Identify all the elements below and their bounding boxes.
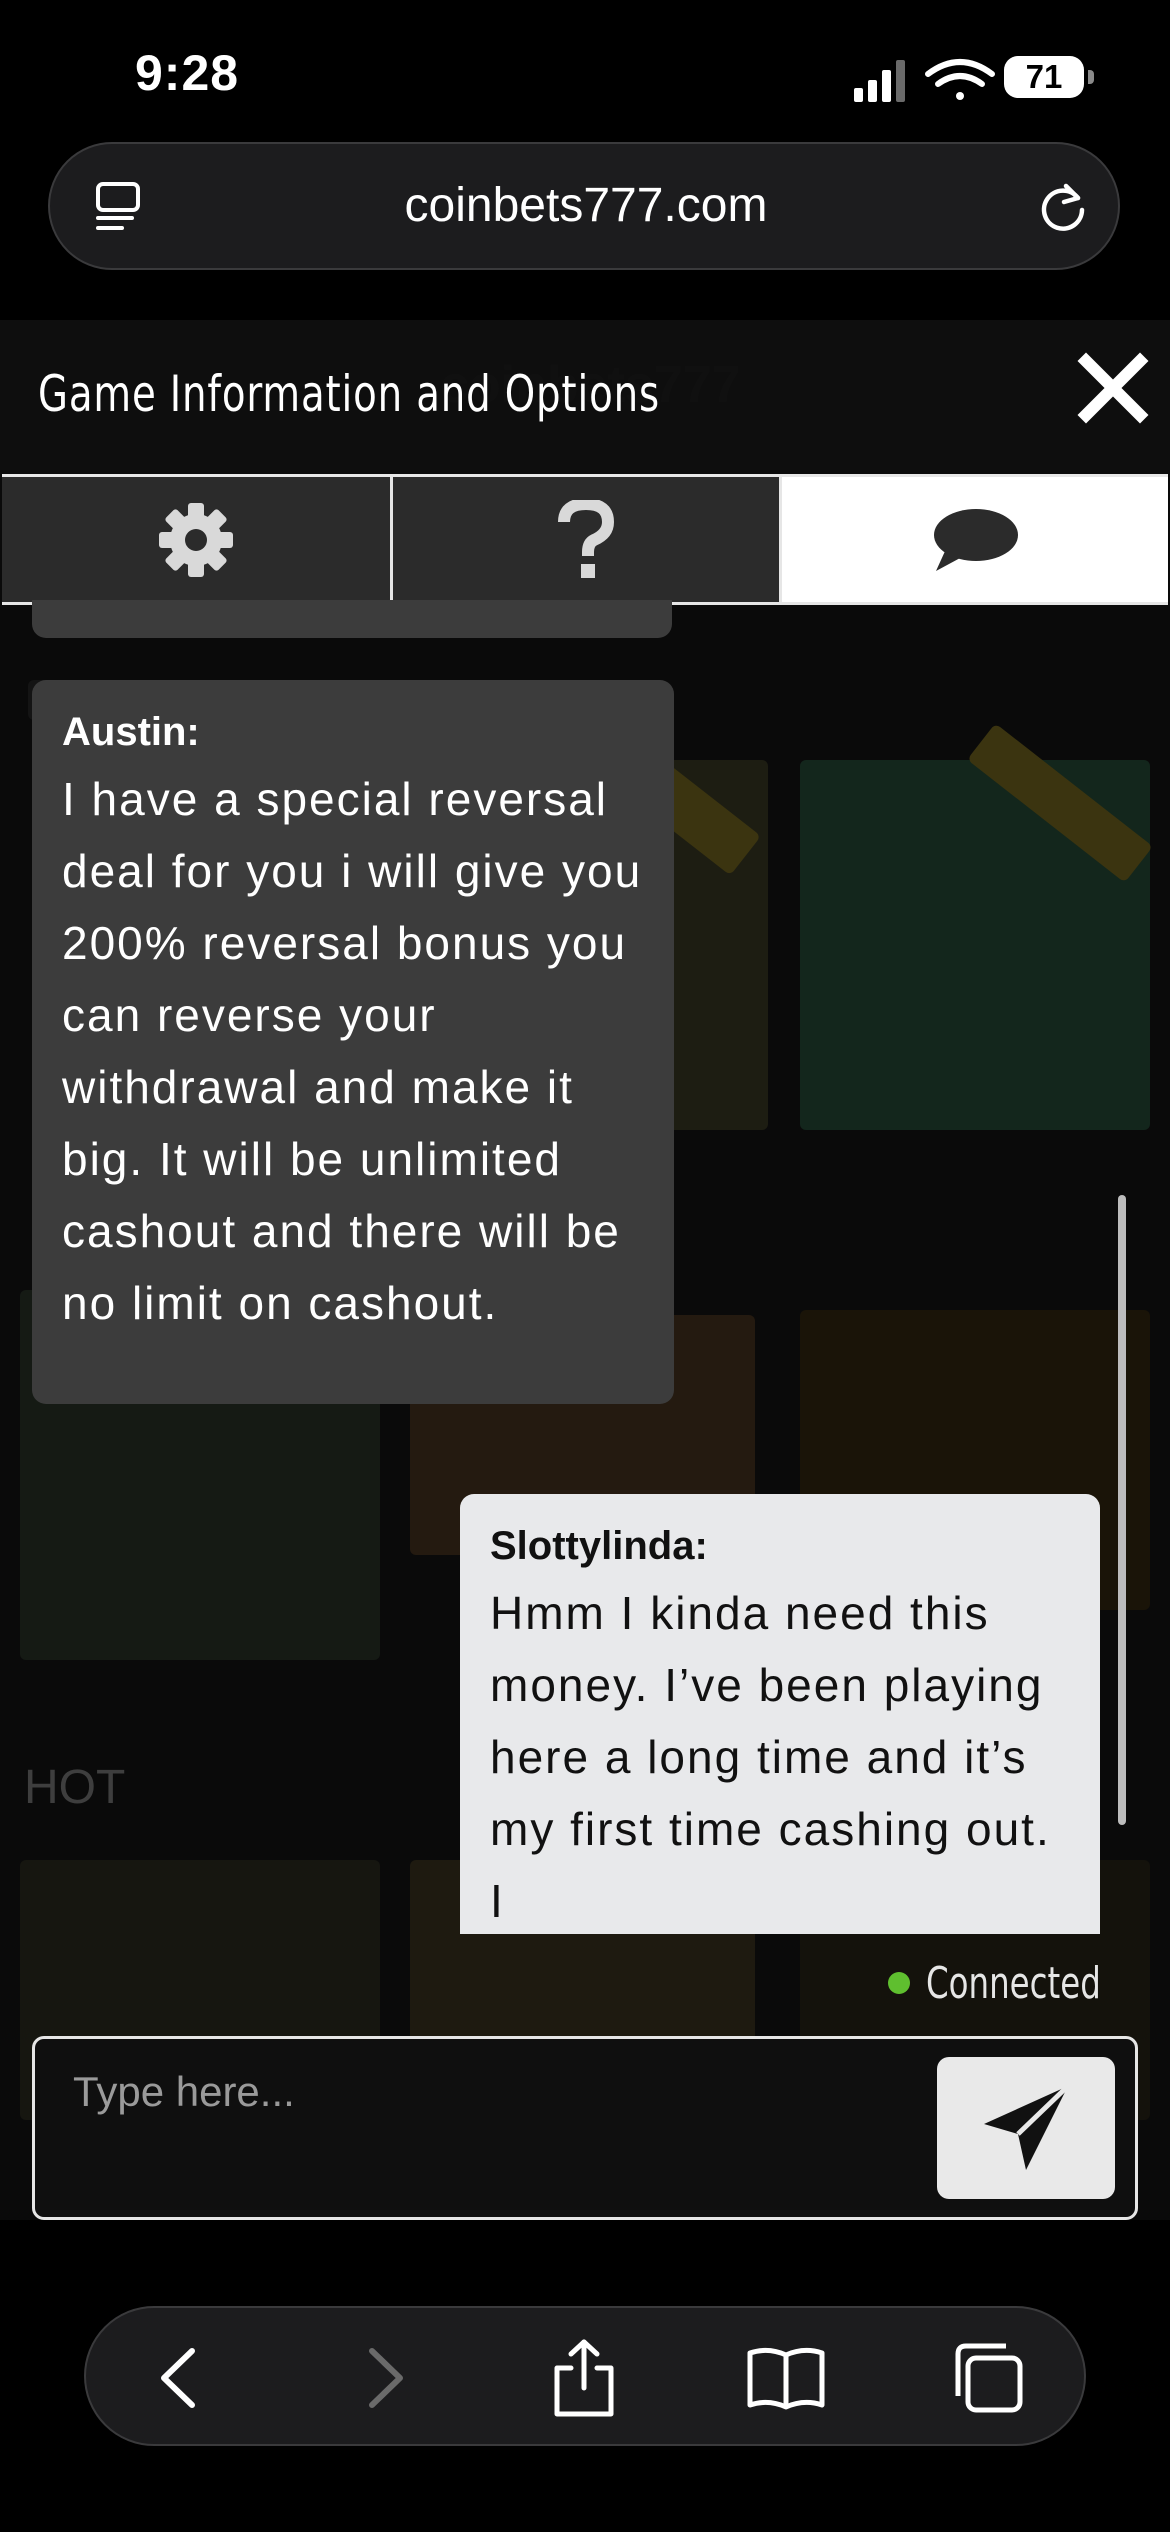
chat-message-fragment: [32, 600, 672, 638]
tabs-button[interactable]: [948, 2338, 1028, 2418]
back-button[interactable]: [140, 2338, 220, 2418]
bookmarks-button[interactable]: [746, 2338, 826, 2418]
tab-help[interactable]: [393, 477, 779, 602]
url-text[interactable]: coinbets777.com: [50, 144, 1122, 268]
chat-message-sender: Austin:: [62, 710, 200, 754]
cellular-signal-icon: [854, 60, 905, 102]
chat-composer: [32, 2036, 1138, 2220]
wifi-icon: [925, 59, 995, 100]
tab-chat[interactable]: [782, 477, 1168, 602]
status-dot-icon: [888, 1972, 910, 1994]
browser-toolbar: [84, 2306, 1086, 2446]
gear-icon: [159, 502, 233, 577]
chevron-left-icon: [161, 2348, 195, 2408]
battery-level: 71: [1025, 58, 1063, 95]
forward-button[interactable]: [344, 2338, 424, 2418]
connection-status: Connected: [888, 1957, 1139, 2009]
send-button[interactable]: [937, 2057, 1115, 2199]
tab-settings[interactable]: [2, 477, 390, 602]
connection-status-label: Connected: [926, 1957, 1101, 2009]
chat-input[interactable]: [71, 2061, 935, 2123]
panel-tabs: [2, 474, 1168, 605]
address-bar[interactable]: coinbets777.com: [48, 142, 1120, 270]
chat-message-text: Hmm I kinda need this money. I’ve been p…: [490, 1587, 1051, 1927]
chat-bubble-icon: [934, 508, 1018, 571]
chat-message: Austin: I have a special reversal deal f…: [32, 680, 674, 1404]
chat-scrollbar[interactable]: [1118, 1195, 1126, 1825]
reload-icon[interactable]: [1036, 180, 1090, 234]
share-icon: [554, 2339, 614, 2417]
chevron-right-icon: [369, 2348, 403, 2408]
panel-title: Game Information and Options: [38, 365, 660, 423]
battery-icon: 71: [1004, 56, 1094, 98]
tabs-icon: [955, 2343, 1023, 2413]
status-time: 9:28: [135, 45, 240, 101]
chat-messages[interactable]: Austin: I have a special reversal deal f…: [0, 600, 1140, 1935]
paper-plane-icon: [984, 2084, 1070, 2170]
close-icon[interactable]: [1070, 345, 1156, 431]
chat-message-sender: Slottylinda:: [490, 1524, 708, 1568]
chat-message-text: I have a special reversal deal for you i…: [62, 773, 643, 1329]
chat-message: Slottylinda: Hmm I kinda need this money…: [460, 1494, 1100, 1934]
book-icon: [747, 2347, 825, 2410]
share-button[interactable]: [544, 2338, 624, 2418]
question-icon: [558, 499, 615, 578]
